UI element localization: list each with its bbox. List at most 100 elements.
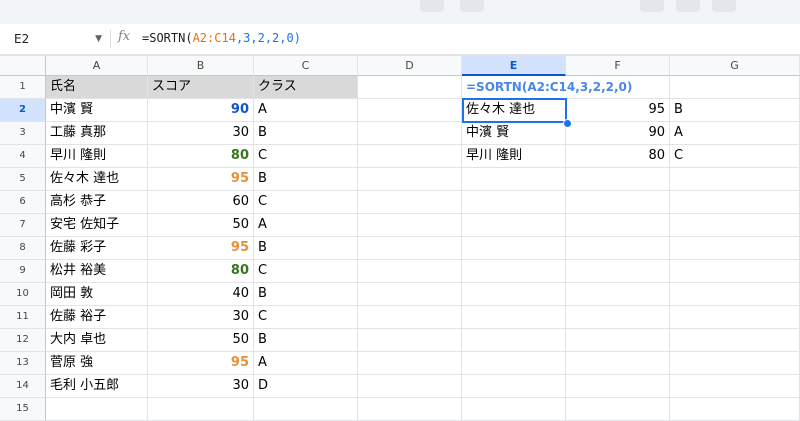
column-header-g[interactable]: G — [670, 56, 800, 76]
name-cell[interactable]: 岡田 敦 — [46, 283, 148, 306]
toolbar-button[interactable] — [640, 0, 664, 12]
score-cell[interactable]: 80 — [148, 260, 254, 283]
chevron-down-icon[interactable]: ▼ — [95, 30, 102, 48]
cell[interactable] — [670, 260, 800, 283]
select-all-corner[interactable] — [0, 56, 46, 76]
cell[interactable] — [462, 375, 566, 398]
column-header-d[interactable]: D — [358, 56, 462, 76]
column-header-e[interactable]: E — [462, 56, 566, 76]
score-cell[interactable]: 50 — [148, 329, 254, 352]
score-cell[interactable]: 60 — [148, 191, 254, 214]
cell[interactable] — [462, 191, 566, 214]
score-cell[interactable]: 30 — [148, 306, 254, 329]
name-cell[interactable]: 菅原 強 — [46, 352, 148, 375]
score-cell[interactable]: 80 — [148, 145, 254, 168]
result-score-cell[interactable]: 95 — [566, 99, 670, 122]
row-header-12[interactable]: 12 — [0, 329, 46, 352]
cell[interactable] — [566, 191, 670, 214]
cell[interactable] — [462, 214, 566, 237]
row-header-10[interactable]: 10 — [0, 283, 46, 306]
class-cell[interactable]: C — [254, 260, 358, 283]
cell[interactable] — [358, 168, 462, 191]
cell[interactable] — [670, 76, 800, 99]
class-cell[interactable]: A — [254, 352, 358, 375]
cell[interactable] — [254, 398, 358, 421]
score-cell[interactable]: 95 — [148, 352, 254, 375]
cell[interactable] — [566, 76, 670, 99]
row-header-2[interactable]: 2 — [0, 99, 46, 122]
name-cell[interactable]: 佐々木 達也 — [46, 168, 148, 191]
column-header-a[interactable]: A — [46, 56, 148, 76]
class-cell[interactable]: B — [254, 122, 358, 145]
cell[interactable] — [566, 352, 670, 375]
class-cell[interactable]: A — [254, 214, 358, 237]
toolbar-button[interactable] — [420, 0, 444, 12]
cell[interactable] — [358, 214, 462, 237]
score-cell[interactable]: 95 — [148, 168, 254, 191]
result-class-cell[interactable]: B — [670, 99, 800, 122]
cell[interactable] — [358, 398, 462, 421]
row-header-8[interactable]: 8 — [0, 237, 46, 260]
class-cell[interactable]: C — [254, 145, 358, 168]
name-cell[interactable]: 佐藤 彩子 — [46, 237, 148, 260]
cell[interactable] — [566, 260, 670, 283]
column-header-b[interactable]: B — [148, 56, 254, 76]
name-box[interactable]: E2 ▼ — [8, 30, 104, 48]
cell[interactable] — [670, 306, 800, 329]
table-header-cell[interactable]: クラス — [254, 76, 358, 99]
cell[interactable] — [46, 398, 148, 421]
class-cell[interactable]: C — [254, 191, 358, 214]
cell[interactable] — [358, 191, 462, 214]
row-header-1[interactable]: 1 — [0, 76, 46, 99]
cell[interactable] — [566, 375, 670, 398]
row-header-6[interactable]: 6 — [0, 191, 46, 214]
name-cell[interactable]: 早川 隆則 — [46, 145, 148, 168]
name-cell[interactable]: 安宅 佐知子 — [46, 214, 148, 237]
cell[interactable] — [358, 237, 462, 260]
cell[interactable] — [670, 237, 800, 260]
class-cell[interactable]: B — [254, 168, 358, 191]
cell[interactable] — [670, 329, 800, 352]
formula-input[interactable]: =SORTN(A2:C14,3,2,2,0) — [142, 31, 301, 45]
cell[interactable] — [462, 260, 566, 283]
name-cell[interactable]: 中濱 賢 — [46, 99, 148, 122]
result-name-cell[interactable]: 中濱 賢 — [462, 122, 566, 145]
score-cell[interactable]: 30 — [148, 122, 254, 145]
name-cell[interactable]: 毛利 小五郎 — [46, 375, 148, 398]
name-cell[interactable]: 松井 裕美 — [46, 260, 148, 283]
cell[interactable] — [566, 329, 670, 352]
name-cell[interactable]: 佐藤 裕子 — [46, 306, 148, 329]
result-formula-cell[interactable]: =SORTN(A2:C14,3,2,2,0) — [462, 76, 632, 99]
cell[interactable] — [358, 283, 462, 306]
class-cell[interactable]: C — [254, 306, 358, 329]
row-header-5[interactable]: 5 — [0, 168, 46, 191]
cell[interactable] — [670, 352, 800, 375]
column-header-f[interactable]: F — [566, 56, 670, 76]
cell[interactable] — [462, 168, 566, 191]
class-cell[interactable]: A — [254, 99, 358, 122]
name-cell[interactable]: 高杉 恭子 — [46, 191, 148, 214]
cell[interactable] — [670, 375, 800, 398]
fill-handle[interactable] — [563, 119, 572, 128]
result-name-cell[interactable]: 佐々木 達也 — [462, 99, 566, 122]
cell[interactable] — [462, 398, 566, 421]
result-score-cell[interactable]: 80 — [566, 145, 670, 168]
score-cell[interactable]: 30 — [148, 375, 254, 398]
row-header-7[interactable]: 7 — [0, 214, 46, 237]
cell[interactable] — [670, 214, 800, 237]
score-cell[interactable]: 50 — [148, 214, 254, 237]
cell[interactable] — [462, 237, 566, 260]
cell[interactable] — [358, 99, 462, 122]
cell[interactable] — [358, 306, 462, 329]
toolbar-button[interactable] — [712, 0, 736, 12]
row-header-14[interactable]: 14 — [0, 375, 46, 398]
cell[interactable] — [670, 283, 800, 306]
cell[interactable] — [566, 398, 670, 421]
cell[interactable] — [566, 214, 670, 237]
score-cell[interactable]: 40 — [148, 283, 254, 306]
name-cell[interactable]: 大内 卓也 — [46, 329, 148, 352]
cell[interactable] — [358, 352, 462, 375]
row-header-11[interactable]: 11 — [0, 306, 46, 329]
result-class-cell[interactable]: C — [670, 145, 800, 168]
cell[interactable] — [566, 283, 670, 306]
